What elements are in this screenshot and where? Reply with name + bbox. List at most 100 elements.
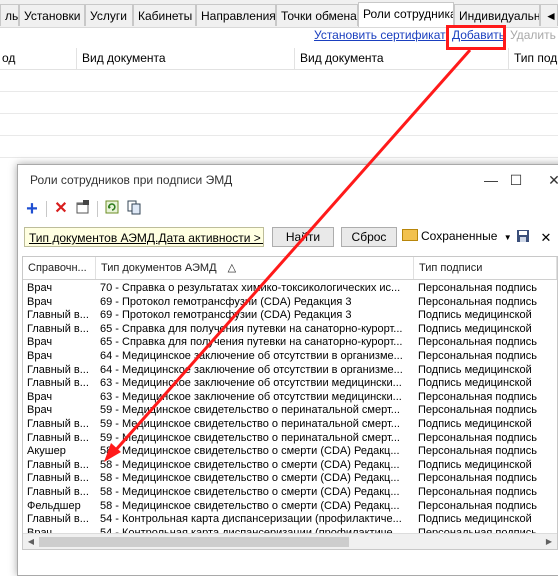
column-header-ref[interactable]: Справочн... [23, 257, 96, 279]
cell-doc-type: 70 - Справка о результатах химико-токсик… [100, 282, 401, 294]
table-row[interactable]: Врач 63 - Медицинское заключение об отсут… [23, 390, 557, 404]
properties-icon[interactable] [73, 199, 93, 219]
cell-doc-type: 59 - Медицинское свидетельство о перинат… [100, 418, 400, 430]
cell-sign-type: Персональная подпись [418, 445, 538, 458]
toolbar-separator [97, 201, 98, 217]
roles-dialog: Роли сотрудников при подписи ЭМД — ☐ ✕ +… [17, 164, 558, 576]
table-row[interactable]: Главный в... 58 - Медицинское свидетельст… [23, 471, 557, 485]
cell-ref: Врач [27, 295, 53, 308]
cell-doc-type: 58 - Медицинское свидетельство о смерти … [100, 472, 400, 485]
cell-doc-type: 58 - Медицинское свидетельство о смерти … [100, 486, 400, 498]
table-row[interactable]: Главный в... 64 - Медицинское заключение … [23, 363, 557, 377]
close-icon[interactable]: ✕ [542, 169, 558, 191]
tab-2[interactable]: Услуги [85, 4, 133, 26]
background-column-header[interactable]: од [0, 48, 76, 69]
close-filter-icon[interactable]: ✕ [536, 228, 556, 248]
scroll-right-icon[interactable]: ▶ [541, 534, 557, 549]
cell-sign-type: Персональная подпись [418, 486, 538, 498]
tab-bar: льныУстановкиУслугиКабинетыНаправленияТо… [0, 0, 558, 28]
saved-filters-label: Сохраненные [421, 229, 498, 243]
table-row[interactable]: Главный в... 59 - Медицинское свидетельст… [23, 431, 557, 445]
cell-ref: Главный в... [27, 513, 89, 526]
table-row[interactable]: Врач 70 - Справка о результатах химико-то… [23, 281, 557, 295]
folder-icon [402, 229, 418, 241]
cell-sign-type: Подпись медицинской [418, 377, 532, 390]
column-header-sign-type[interactable]: Тип подписи [414, 257, 557, 279]
table-row[interactable]: Врач 69 - Протокол гемотрансфузии (CDA) Р… [23, 295, 557, 309]
tab-0[interactable]: льны [0, 4, 19, 26]
cell-sign-type: Подпись медицинской [418, 322, 532, 335]
reset-button[interactable]: Сброс [341, 227, 397, 247]
cell-sign-type: Персональная подпись [418, 282, 538, 294]
table-row[interactable]: Главный в... 65 - Справка для получения п… [23, 322, 557, 336]
minimize-icon[interactable]: — [479, 169, 503, 191]
filter-toolbar: Тип документов АЭМД.Дата активности > ..… [18, 225, 558, 251]
cell-ref: Врач [27, 404, 53, 417]
cell-doc-type: 59 - Медицинское свидетельство о перинат… [100, 404, 400, 417]
table-row[interactable]: Главный в... 58 - Медицинское свидетельст… [23, 458, 557, 472]
cell-ref: Врач [27, 336, 53, 349]
chevron-down-icon: ▼ [503, 233, 512, 242]
horizontal-scrollbar[interactable]: ◀ ▶ [23, 533, 557, 549]
cell-doc-type: 64 - Медицинское заключение об отсутстви… [100, 363, 403, 376]
tab-4[interactable]: Направления [196, 4, 276, 26]
cell-doc-type: 63 - Медицинское заключение об отсутстви… [100, 390, 402, 403]
cell-doc-type: 69 - Протокол гемотрансфузии (CDA) Редак… [100, 295, 352, 308]
cell-sign-type: Персональная подпись [418, 336, 538, 349]
table-row[interactable]: Главный в... 58 - Медицинское свидетельст… [23, 485, 557, 499]
background-column-header[interactable]: Вид документа [294, 48, 508, 69]
scrollbar-thumb[interactable] [39, 537, 349, 547]
dialog-titlebar: Роли сотрудников при подписи ЭМД — ☐ ✕ [18, 165, 558, 196]
table-row[interactable]: Врач 59 - Медицинское свидетельство о пер… [23, 403, 557, 417]
install-certificate-link[interactable]: Установить сертификат [314, 28, 446, 42]
table-row[interactable]: Фельдшер 58 - Медицинское свидетельство о… [23, 499, 557, 513]
tab-3[interactable]: Кабинеты [133, 4, 196, 26]
save-filter-icon[interactable] [513, 228, 533, 248]
annotation-highlight-box [446, 25, 506, 50]
cell-sign-type: Подпись медицинской [418, 418, 532, 430]
sort-ascending-icon: △ [227, 262, 237, 274]
background-column-header[interactable]: Вид документа [76, 48, 294, 69]
table-row[interactable]: Главный в... 63 - Медицинское заключение … [23, 376, 557, 390]
tab-1[interactable]: Установки [19, 4, 85, 26]
background-grid-header: одВид документаВид документаТип подп [0, 48, 558, 70]
add-icon[interactable]: + [22, 199, 42, 219]
cell-ref: Главный в... [27, 363, 89, 376]
table-row[interactable]: Врач 64 - Медицинское заключение об отсут… [23, 349, 557, 363]
table-row[interactable]: Акушер 58 - Медицинское свидетельство о с… [23, 444, 557, 458]
tab-8[interactable]: ◄ [540, 4, 558, 26]
table-row[interactable]: Главный в... 59 - Медицинское свидетельст… [23, 417, 557, 431]
tab-5[interactable]: Точки обмена [276, 4, 358, 26]
delete-icon[interactable]: ✕ [51, 199, 71, 219]
column-header-doc-type[interactable]: Тип документов АЭМД △ [96, 257, 414, 279]
cell-ref: Главный в... [27, 322, 89, 335]
table-row[interactable]: Главный в... 54 - Контрольная карта диспа… [23, 512, 557, 526]
cell-ref: Главный в... [27, 472, 89, 485]
refresh-icon[interactable] [102, 199, 122, 219]
cell-ref: Врач [27, 390, 53, 403]
grid-header: Справочн... Тип документов АЭМД △ Тип по… [23, 257, 557, 280]
table-row[interactable]: Врач 65 - Справка для получения путевки н… [23, 335, 557, 349]
cell-sign-type: Персональная подпись [418, 390, 538, 403]
cell-ref: Главный в... [27, 486, 89, 498]
background-grid-rows [0, 70, 558, 166]
tab-6[interactable]: Роли сотрудника [358, 2, 454, 27]
cell-sign-type: Персональная подпись [418, 295, 538, 308]
cell-ref: Главный в... [27, 309, 89, 322]
copy-icon[interactable] [124, 199, 144, 219]
cell-ref: Главный в... [27, 377, 89, 390]
cell-ref: Врач [27, 350, 53, 362]
cell-sign-type: Персональная подпись [418, 404, 538, 417]
find-button[interactable]: Найти [272, 227, 334, 247]
cell-sign-type: Персональная подпись [418, 499, 538, 512]
saved-filters-dropdown[interactable]: Сохраненные ▼ [402, 229, 512, 243]
tab-7[interactable]: Индивидуальные [454, 4, 540, 26]
cell-doc-type: 65 - Справка для получения путевки на са… [100, 336, 403, 349]
background-column-header[interactable]: Тип подп [508, 48, 558, 69]
filter-expression[interactable]: Тип документов АЭМД.Дата активности > ..… [24, 227, 264, 247]
cell-sign-type: Персональная подпись [418, 431, 538, 444]
table-row[interactable]: Главный в... 69 - Протокол гемотрансфузии… [23, 308, 557, 322]
scroll-left-icon[interactable]: ◀ [23, 534, 39, 549]
maximize-icon[interactable]: ☐ [504, 169, 528, 191]
roles-grid: Справочн... Тип документов АЭМД △ Тип по… [22, 256, 558, 550]
